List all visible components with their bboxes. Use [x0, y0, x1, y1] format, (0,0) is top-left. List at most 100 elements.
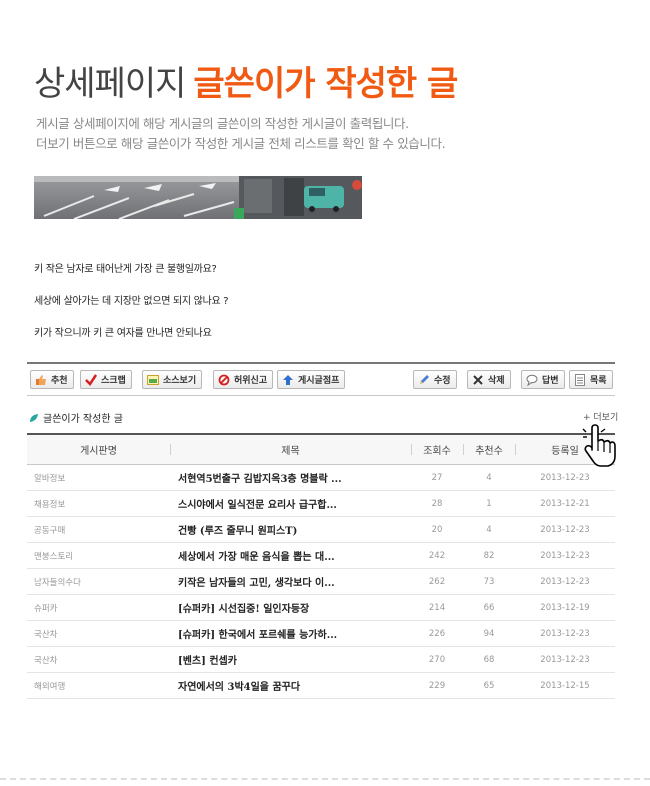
- pencil-icon: [418, 374, 430, 386]
- arrow-up-icon: [282, 374, 294, 386]
- board-cell: 슈퍼카: [27, 594, 170, 621]
- subject-link[interactable]: 서현역5번출구 김밥지옥3층 명블락 ...: [170, 464, 411, 491]
- recommends-cell: 73: [463, 568, 515, 595]
- table-row[interactable]: 공동구매 건빵 (루즈 줄무니 원피스T) 20 4 2013-12-23: [27, 516, 615, 543]
- list-label: 목록: [590, 376, 607, 386]
- false-report-label: 허위신고: [234, 376, 268, 386]
- board-cell: 해외여행: [27, 672, 170, 699]
- date-cell: 2013-12-15: [515, 672, 615, 699]
- subject-link[interactable]: 건빵 (루즈 줄무니 원피스T): [170, 516, 411, 543]
- hand-cursor-icon: [582, 424, 616, 467]
- prohibit-icon: [218, 374, 230, 386]
- recommends-cell: 66: [463, 594, 515, 621]
- view-source-label: 소스보기: [163, 376, 197, 386]
- post-line-1: 키 작은 남자로 태어난게 가장 큰 불행일까요?: [34, 264, 217, 275]
- delete-button[interactable]: 삭제: [467, 370, 511, 389]
- table-row[interactable]: 슈퍼카 [슈퍼카] 시선집중! 일인자등장 214 66 2013-12-19: [27, 594, 615, 621]
- recommends-cell: 68: [463, 646, 515, 673]
- col-subject: 제목: [170, 433, 411, 465]
- bottom-divider: [0, 778, 650, 780]
- post-jump-button[interactable]: 게시글점프: [277, 370, 346, 389]
- table-header-row: 게시판명 제목 조회수 추천수 등록일: [27, 433, 615, 465]
- title-main: 상세페이지: [34, 64, 186, 104]
- recommends-cell: 1: [463, 490, 515, 517]
- title-highlight: 글쓴이가 작성한 글: [193, 64, 458, 104]
- post-line-3: 키가 작으니까 키 큰 여자를 만나면 안되나요: [34, 328, 212, 339]
- views-cell: 242: [411, 542, 463, 569]
- date-cell: 2013-12-23: [515, 568, 615, 595]
- page-title: 상세페이지 글쓴이가 작성한 글: [34, 56, 458, 105]
- false-report-button[interactable]: 허위신고: [213, 370, 274, 389]
- reply-button[interactable]: 답변: [521, 370, 565, 389]
- views-cell: 226: [411, 620, 463, 647]
- date-cell: 2013-12-21: [515, 490, 615, 517]
- recommends-cell: 94: [463, 620, 515, 647]
- col-views: 조회수: [411, 433, 463, 465]
- table-row[interactable]: 국산차 [슈퍼카] 한국에서 포르쉐를 능가하... 226 94 2013-12-23: [27, 620, 615, 647]
- check-icon: [85, 373, 97, 386]
- table-row[interactable]: 알바정보 서현역5번출구 김밥지옥3층 명블락 ... 27 4 2013-12-23: [27, 464, 615, 491]
- speech-bubble-icon: [526, 374, 538, 386]
- board-cell: 알바정보: [27, 464, 170, 491]
- date-cell: 2013-12-23: [515, 646, 615, 673]
- author-posts-table: 게시판명 제목 조회수 추천수 등록일 알바정보 서현역5번출구 김밥지옥3층 명…: [27, 433, 615, 699]
- recommends-cell: 82: [463, 542, 515, 569]
- recommend-label: 추천: [51, 376, 68, 386]
- table-row[interactable]: 맨붕스토리 세상에서 가장 매운 음식을 뽑는 대... 242 82 2013-12-…: [27, 542, 615, 569]
- thumbs-up-icon: [35, 374, 47, 386]
- leaf-icon: [30, 413, 38, 422]
- post-line-2: 세상에 살아가는 데 지장만 없으면 되지 않나요 ?: [34, 296, 229, 307]
- source-icon: [147, 374, 159, 386]
- recommends-cell: 4: [463, 516, 515, 543]
- recommend-button[interactable]: 추천: [30, 370, 74, 389]
- views-cell: 20: [411, 516, 463, 543]
- date-cell: 2013-12-19: [515, 594, 615, 621]
- table-row[interactable]: 해외여행 자연에서의 3박4일을 꿈꾸다 229 65 2013-12-15: [27, 672, 615, 699]
- views-cell: 28: [411, 490, 463, 517]
- view-source-button[interactable]: 소스보기: [142, 370, 203, 389]
- date-cell: 2013-12-23: [515, 542, 615, 569]
- description: 게시글 상세페이지에 해당 게시글의 글쓴이의 작성한 게시글이 출력됩니다. …: [36, 114, 446, 154]
- board-cell: 채용정보: [27, 490, 170, 517]
- table-row[interactable]: 채용정보 스시야에서 일식전문 요리사 급구합... 28 1 2013-12-21: [27, 490, 615, 517]
- edit-label: 수정: [434, 376, 451, 386]
- board-cell: 국산차: [27, 646, 170, 673]
- date-cell: 2013-12-23: [515, 464, 615, 491]
- table-row[interactable]: 남자들의수다 키작은 남자들의 고민, 생각보다 이... 262 73 2013-12…: [27, 568, 615, 595]
- views-cell: 270: [411, 646, 463, 673]
- subject-link[interactable]: [벤츠] 컨셉카: [170, 646, 411, 673]
- col-board: 게시판명: [27, 433, 170, 465]
- delete-label: 삭제: [488, 376, 505, 386]
- list-icon: [574, 373, 586, 386]
- views-cell: 229: [411, 672, 463, 699]
- board-cell: 공동구매: [27, 516, 170, 543]
- views-cell: 27: [411, 464, 463, 491]
- post-body: 키 작은 남자로 태어난게 가장 큰 불행일까요? 세상에 살아가는 데 지장만…: [34, 262, 229, 358]
- date-cell: 2013-12-23: [515, 620, 615, 647]
- edit-button[interactable]: 수정: [413, 370, 457, 389]
- recommends-cell: 4: [463, 464, 515, 491]
- board-cell: 남자들의수다: [27, 568, 170, 595]
- recommends-cell: 65: [463, 672, 515, 699]
- date-cell: 2013-12-23: [515, 516, 615, 543]
- subject-link[interactable]: 자연에서의 3박4일을 꿈꾸다: [170, 672, 411, 699]
- col-recommends: 추천수: [463, 433, 515, 465]
- subject-link[interactable]: 세상에서 가장 매운 음식을 뽑는 대...: [170, 542, 411, 569]
- author-posts-title: 글쓴이가 작성한 글: [43, 414, 123, 425]
- more-link[interactable]: + 더보기: [583, 410, 618, 423]
- scrap-label: 스크랩: [101, 376, 126, 386]
- subject-link[interactable]: 키작은 남자들의 고민, 생각보다 이...: [170, 568, 411, 595]
- post-toolbar: 추천 스크랩 소스보기 허위신고 게시글점프 수정 삭제 답변 목록: [27, 362, 615, 396]
- x-icon: [472, 374, 484, 386]
- scrap-button[interactable]: 스크랩: [80, 370, 132, 389]
- views-cell: 214: [411, 594, 463, 621]
- author-posts-heading: 글쓴이가 작성한 글: [29, 410, 123, 425]
- board-cell: 맨붕스토리: [27, 542, 170, 569]
- table-row[interactable]: 국산차 [벤츠] 컨셉카 270 68 2013-12-23: [27, 646, 615, 673]
- list-button[interactable]: 목록: [569, 370, 613, 389]
- post-jump-label: 게시글점프: [298, 376, 340, 386]
- views-cell: 262: [411, 568, 463, 595]
- subject-link[interactable]: [슈퍼카] 한국에서 포르쉐를 능가하...: [170, 620, 411, 647]
- subject-link[interactable]: [슈퍼카] 시선집중! 일인자등장: [170, 594, 411, 621]
- subject-link[interactable]: 스시야에서 일식전문 요리사 급구합...: [170, 490, 411, 517]
